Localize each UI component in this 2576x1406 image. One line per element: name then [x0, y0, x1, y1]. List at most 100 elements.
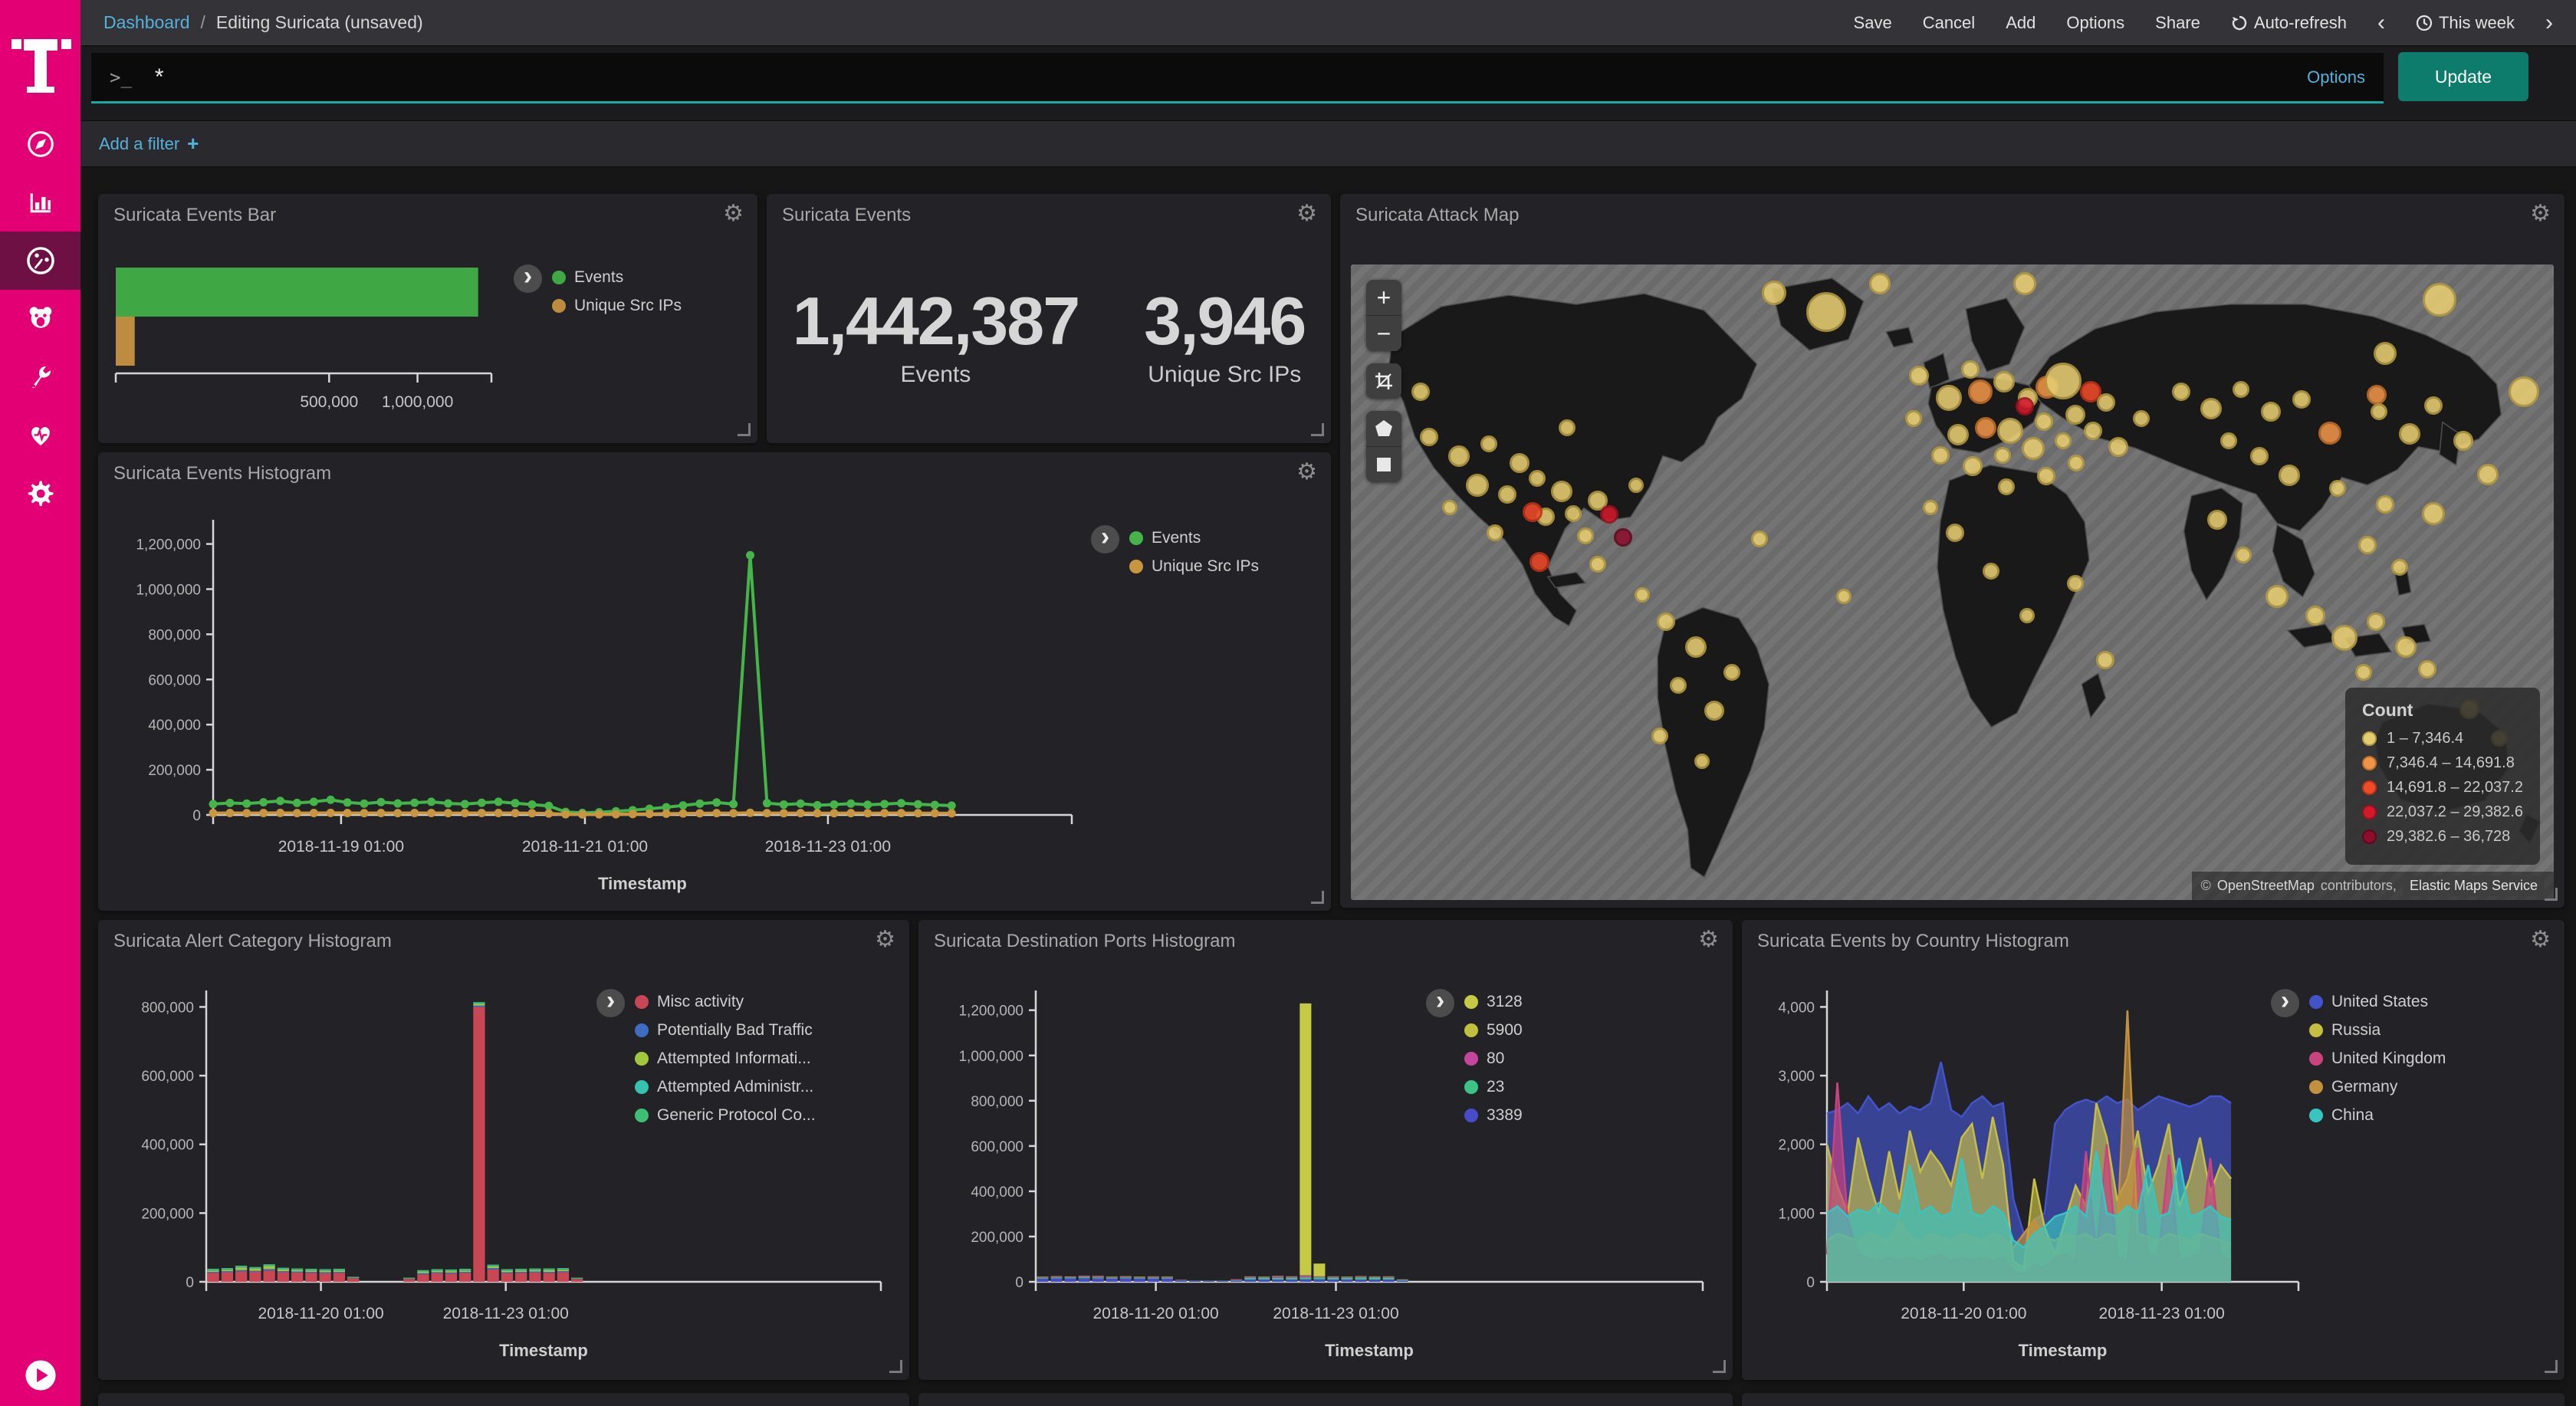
panel-gear-icon[interactable]: ⚙ — [2530, 200, 2551, 227]
attack-map-dot — [1411, 383, 1430, 401]
map-attribution: © OpenStreetMap contributors, Elastic Ma… — [2192, 872, 2554, 900]
map-draw-rectangle-button[interactable] — [1366, 446, 1401, 482]
save-button[interactable]: Save — [1854, 13, 1892, 33]
panel-gear-icon[interactable]: ⚙ — [1698, 926, 1719, 953]
attack-map-dot — [1498, 485, 1516, 504]
attack-map-dot — [2374, 342, 2397, 365]
breadcrumb-dashboard[interactable]: Dashboard — [104, 12, 190, 33]
legend-toggle-chevron-icon[interactable]: › — [596, 989, 625, 1017]
legend-item[interactable]: 3389 — [1464, 1106, 1523, 1125]
legend-item[interactable]: Attempted Informati... — [635, 1050, 816, 1068]
panel-resize-handle[interactable] — [2545, 1360, 2558, 1373]
attack-map-dot — [1869, 273, 1891, 294]
attack-map-dot — [1577, 527, 1594, 544]
svg-text:200,000: 200,000 — [141, 1206, 194, 1222]
panel-resize-handle[interactable] — [2545, 888, 2558, 901]
legend-item[interactable]: Russia — [2309, 1021, 2446, 1040]
svg-text:400,000: 400,000 — [971, 1184, 1024, 1201]
legend-item[interactable]: United States — [2309, 993, 2446, 1011]
share-button[interactable]: Share — [2155, 13, 2200, 33]
panel-resize-handle[interactable] — [1713, 1360, 1726, 1373]
svg-text:Timestamp: Timestamp — [1325, 1341, 1414, 1360]
attack-map-dot — [2399, 423, 2420, 445]
attack-map-dot — [2292, 390, 2311, 409]
panel-resize-handle[interactable] — [1311, 891, 1324, 904]
svg-text:0: 0 — [192, 808, 201, 824]
time-back-button[interactable]: ‹ — [2377, 15, 2385, 31]
openstreetmap-link[interactable]: OpenStreetMap — [2217, 878, 2315, 894]
attack-map-dot — [2067, 575, 2084, 592]
cancel-button[interactable]: Cancel — [1923, 13, 1975, 33]
filter-bar: Add a filter + — [80, 120, 2576, 167]
legend-toggle-chevron-icon[interactable]: › — [514, 264, 542, 293]
legend-item[interactable]: Unique Src IPs — [552, 297, 682, 315]
panel-suricata-events-by-country: Suricata Events by Country Histogram ⚙ 0… — [1742, 920, 2564, 1380]
svg-text:4,000: 4,000 — [1778, 1000, 1815, 1016]
legend-item[interactable]: 80 — [1464, 1050, 1523, 1068]
world-map[interactable]: + − — [1351, 264, 2554, 900]
elastic-maps-service-link[interactable]: Elastic Maps Service — [2403, 875, 2545, 896]
legend-item[interactable]: Attempted Administr... — [635, 1078, 816, 1096]
panel-resize-handle[interactable] — [1311, 423, 1324, 436]
query-options-link[interactable]: Options — [2307, 67, 2365, 87]
attack-map-dot — [2022, 437, 2045, 460]
time-range-picker[interactable]: This week — [2416, 13, 2515, 33]
legend-toggle-chevron-icon[interactable]: › — [1426, 989, 1454, 1017]
attack-map-dot — [2355, 664, 2372, 681]
svg-text:400,000: 400,000 — [141, 1138, 194, 1154]
legend-item[interactable]: Generic Protocol Co... — [635, 1106, 816, 1125]
app-sidebar — [0, 0, 80, 1406]
sidebar-item-dashboard[interactable] — [0, 232, 80, 290]
panel-gear-icon[interactable]: ⚙ — [2530, 926, 2551, 953]
legend-item[interactable]: 3128 — [1464, 993, 1523, 1011]
update-button[interactable]: Update — [2398, 52, 2528, 101]
panel-gear-icon[interactable]: ⚙ — [1296, 458, 1317, 485]
auto-refresh-button[interactable]: Auto-refresh — [2231, 13, 2347, 33]
legend-item[interactable]: Misc activity — [635, 993, 816, 1011]
map-fit-bounds-button[interactable] — [1366, 363, 1401, 399]
sidebar-item-monitoring[interactable] — [0, 406, 80, 465]
svg-text:2018-11-20 01:00: 2018-11-20 01:00 — [1901, 1305, 2026, 1322]
attack-map-dot — [2418, 660, 2436, 678]
panel-resize-handle[interactable] — [738, 423, 751, 436]
map-zoom-out-button[interactable]: − — [1366, 315, 1401, 351]
legend-item[interactable]: Unique Src IPs — [1129, 557, 1259, 576]
legend-item[interactable]: Potentially Bad Traffic — [635, 1021, 816, 1040]
legend-toggle-chevron-icon[interactable]: › — [2271, 989, 2299, 1017]
map-draw-polygon-button[interactable] — [1366, 411, 1401, 446]
legend-toggle-chevron-icon[interactable]: › — [1091, 525, 1119, 554]
panel-gear-icon[interactable]: ⚙ — [723, 200, 744, 227]
attack-map-dot — [1442, 500, 1457, 515]
sidebar-item-discover[interactable] — [0, 115, 80, 173]
add-button[interactable]: Add — [2006, 13, 2036, 33]
sidebar-item-management[interactable] — [0, 465, 80, 523]
metric-unique-src-ips: 3,946 Unique Src IPs — [1144, 282, 1305, 388]
svg-text:1,000,000: 1,000,000 — [136, 582, 201, 598]
panel-partial — [1742, 1393, 2564, 1406]
attack-map-dot — [1657, 613, 1675, 631]
legend-item[interactable]: 23 — [1464, 1078, 1523, 1096]
sidebar-item-visualize[interactable] — [0, 173, 80, 232]
collapse-play-icon[interactable] — [24, 1358, 58, 1392]
attack-map-dot — [1723, 664, 1740, 681]
legend-item[interactable]: Germany — [2309, 1078, 2446, 1096]
map-zoom-in-button[interactable]: + — [1366, 280, 1401, 315]
options-button[interactable]: Options — [2066, 13, 2124, 33]
legend-item[interactable]: Events — [1129, 529, 1259, 547]
legend-item[interactable]: United Kingdom — [2309, 1050, 2446, 1068]
attack-map-dot — [2477, 464, 2499, 485]
legend-item[interactable]: China — [2309, 1106, 2446, 1125]
bear-icon — [25, 303, 57, 335]
panel-gear-icon[interactable]: ⚙ — [1296, 200, 1317, 227]
search-input[interactable]: >_ * Options — [91, 53, 2384, 103]
attack-map-dot — [2305, 606, 2325, 626]
sidebar-item-dev-tools[interactable] — [0, 348, 80, 406]
panel-gear-icon[interactable]: ⚙ — [875, 926, 895, 953]
legend-item[interactable]: Events — [552, 268, 682, 287]
add-filter-link[interactable]: Add a filter + — [99, 132, 199, 156]
panel-resize-handle[interactable] — [889, 1360, 902, 1373]
time-forward-button[interactable]: › — [2545, 15, 2553, 31]
legend-item[interactable]: 5900 — [1464, 1021, 1523, 1040]
attack-map-dot — [2453, 431, 2473, 451]
sidebar-item-siem[interactable] — [0, 290, 80, 348]
